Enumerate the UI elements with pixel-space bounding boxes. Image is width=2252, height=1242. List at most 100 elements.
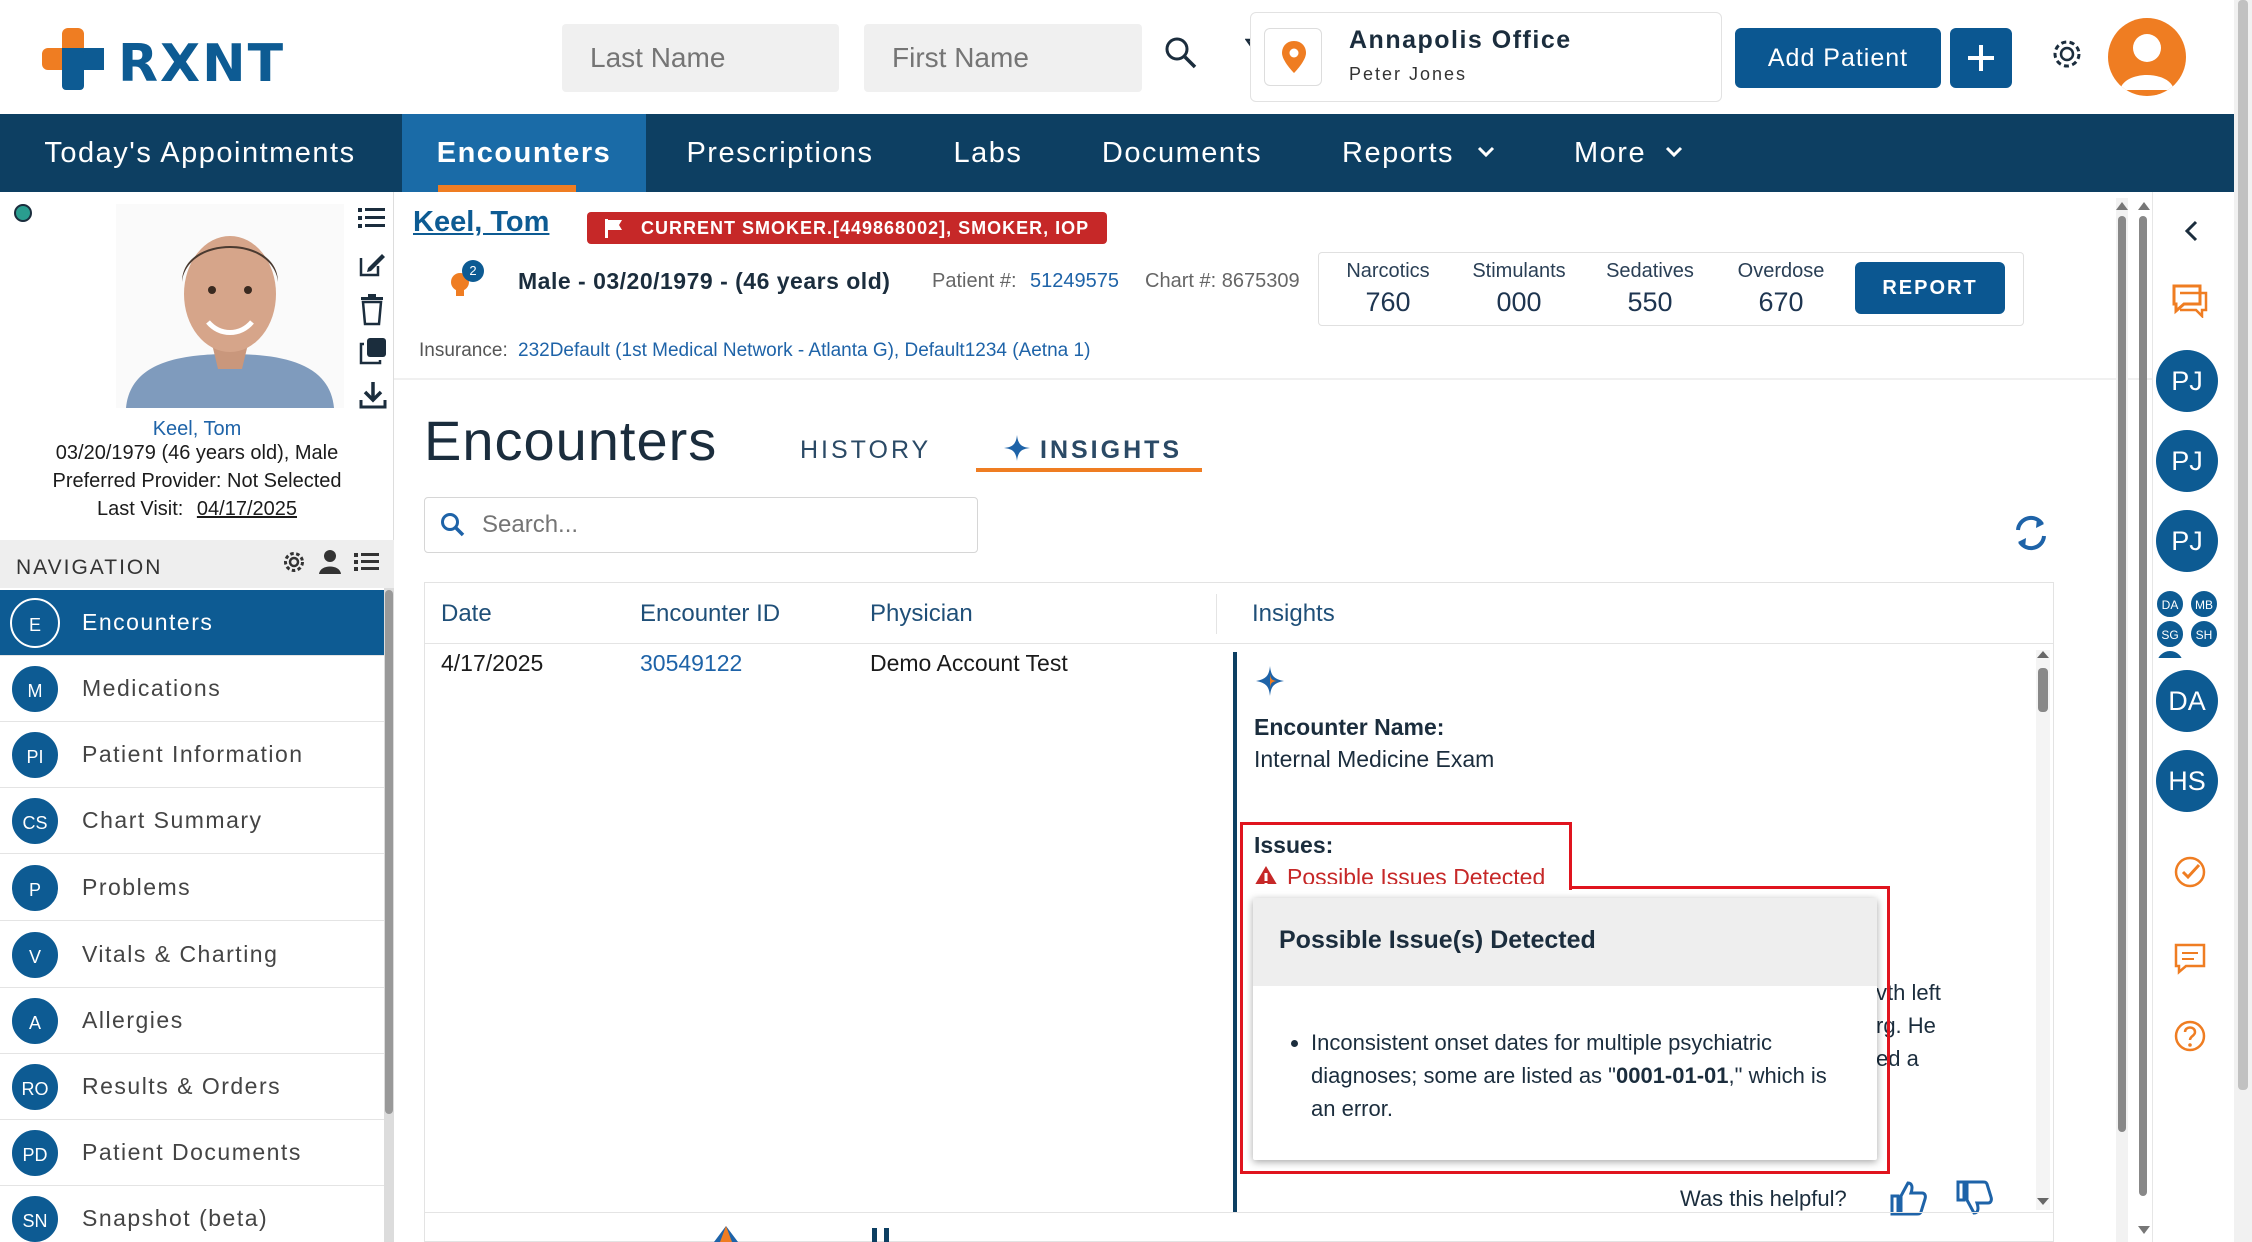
- download-icon[interactable]: [358, 380, 388, 410]
- search-icon[interactable]: [1164, 36, 1198, 70]
- collaborator-avatar-group[interactable]: DA MB SG SH TR: [2154, 590, 2222, 658]
- refresh-icon[interactable]: [2012, 514, 2050, 552]
- gear-icon[interactable]: [282, 550, 306, 574]
- collaborator-avatar-small[interactable]: TR: [2156, 650, 2184, 658]
- list-icon[interactable]: [354, 551, 380, 573]
- header-divider: [394, 378, 2152, 380]
- page-scroll-thumb[interactable]: [2118, 216, 2126, 1132]
- nav-encounters[interactable]: Encounters: [402, 114, 646, 192]
- scroll-down-arrow-icon[interactable]: [2136, 1224, 2152, 1238]
- highlight-box: [1240, 822, 1572, 890]
- scroll-down-arrow-icon[interactable]: [2035, 1196, 2051, 1208]
- window-scroll-thumb[interactable]: [2238, 0, 2248, 1090]
- pdmp-stimulants: Stimulants 000: [1455, 260, 1583, 318]
- column-header-date[interactable]: Date: [441, 600, 492, 628]
- add-button[interactable]: [1950, 28, 2012, 88]
- copy-icon[interactable]: [358, 336, 388, 366]
- issues-popover: Possible Issue(s) Detected Inconsistent …: [1253, 898, 1877, 1160]
- nav-todays-appointments[interactable]: Today's Appointments: [0, 114, 400, 192]
- nav-more[interactable]: More: [1556, 114, 1666, 192]
- patient-card-name[interactable]: Keel, Tom: [0, 418, 394, 441]
- last-visit-date[interactable]: 04/17/2025: [197, 498, 297, 520]
- help-icon[interactable]: [2172, 1018, 2208, 1054]
- collaborator-avatar-small[interactable]: MB: [2190, 590, 2218, 618]
- first-name-input[interactable]: [864, 24, 1142, 92]
- column-divider: [1216, 594, 1217, 634]
- patient-number[interactable]: 51249575: [1030, 270, 1119, 293]
- message-icon[interactable]: [2172, 940, 2208, 976]
- sidebar-item-badge: SN: [10, 1193, 60, 1242]
- left-nav-scroll-thumb[interactable]: [385, 590, 393, 1114]
- gear-icon[interactable]: [2049, 36, 2085, 72]
- sidebar-item-medications[interactable]: M Medications: [0, 656, 384, 722]
- pdmp-overdose: Overdose 670: [1717, 260, 1845, 318]
- user-avatar[interactable]: [2108, 18, 2186, 96]
- tab-insights[interactable]: INSIGHTS: [1040, 436, 1182, 465]
- column-header-insights[interactable]: Insights: [1252, 600, 1335, 628]
- encounter-search-input[interactable]: [482, 506, 962, 544]
- pdmp-narcotics: Narcotics 760: [1324, 260, 1452, 318]
- last-visit-label: Last Visit:: [96, 498, 184, 520]
- sidebar-item-snapshot-beta[interactable]: SN Snapshot (beta): [0, 1186, 384, 1242]
- app-logo-text: RXNT: [118, 34, 286, 94]
- nav-labs[interactable]: Labs: [930, 114, 1046, 192]
- collaborator-avatar-small[interactable]: SH: [2190, 620, 2218, 648]
- scroll-up-arrow-icon[interactable]: [2136, 198, 2152, 212]
- tab-history[interactable]: HISTORY: [800, 436, 931, 465]
- insight-scrollbar[interactable]: [2036, 650, 2050, 1210]
- add-patient-button[interactable]: Add Patient: [1735, 28, 1941, 88]
- person-icon[interactable]: [318, 549, 342, 575]
- chat-bubbles-icon[interactable]: [2168, 280, 2210, 318]
- sidebar-item-badge: PD: [10, 1127, 60, 1178]
- sidebar-item-patient-documents[interactable]: PD Patient Documents: [0, 1120, 384, 1186]
- collaborator-avatar-pj[interactable]: PJ: [2156, 510, 2218, 572]
- collaborator-avatar-small[interactable]: DA: [2156, 590, 2184, 618]
- sidebar-item-results-orders[interactable]: RO Results & Orders: [0, 1054, 384, 1120]
- collaborator-avatar-pj[interactable]: PJ: [2156, 350, 2218, 412]
- thumbs-down-icon[interactable]: [1954, 1180, 1994, 1216]
- partial-glyph: [884, 1228, 889, 1242]
- column-header-physician[interactable]: Physician: [870, 600, 973, 628]
- flag-icon: [605, 219, 622, 238]
- sidebar-item-label: Medications: [82, 675, 222, 701]
- header-row-border: [425, 643, 2053, 644]
- row-encounter-id[interactable]: 30549122: [640, 650, 742, 677]
- column-header-encounter-id[interactable]: Encounter ID: [640, 600, 780, 628]
- last-name-input[interactable]: [562, 24, 839, 92]
- trash-icon[interactable]: [358, 294, 386, 326]
- partial-glyph: [872, 1228, 877, 1242]
- sidebar-item-chart-summary[interactable]: CS Chart Summary: [0, 788, 384, 854]
- scroll-up-arrow-icon[interactable]: [2035, 648, 2051, 660]
- sidebar-item-problems[interactable]: P Problems: [0, 855, 384, 921]
- pdmp-report-button[interactable]: REPORT: [1855, 262, 2005, 314]
- encounter-name-value: Internal Medicine Exam: [1254, 746, 1495, 772]
- popover-issue-list: Inconsistent onset dates for multiple ps…: [1311, 1026, 1831, 1125]
- collaborator-avatar-small[interactable]: SG: [2156, 620, 2184, 648]
- scroll-up-arrow-icon[interactable]: [2114, 198, 2130, 212]
- nav-prescriptions[interactable]: Prescriptions: [660, 114, 900, 192]
- checkmark-circle-icon[interactable]: [2172, 854, 2208, 890]
- edit-icon[interactable]: [358, 250, 386, 278]
- sidebar-item-vitals-charting[interactable]: V Vitals & Charting: [0, 922, 384, 988]
- page-scroll-thumb[interactable]: [2139, 216, 2147, 1196]
- insurance-value[interactable]: 232Default (1st Medical Network - Atlant…: [518, 340, 1090, 362]
- nav-reports[interactable]: Reports: [1320, 114, 1453, 192]
- sidebar-item-encounters[interactable]: E Encounters: [0, 590, 384, 656]
- sidebar-item-label: Encounters: [82, 609, 214, 635]
- collaborator-avatar-pj[interactable]: PJ: [2156, 430, 2218, 492]
- sidebar-item-patient-information[interactable]: PI Patient Information: [0, 722, 384, 788]
- collaborator-avatar-hs[interactable]: HS: [2156, 750, 2218, 812]
- chevron-left-icon[interactable]: [2180, 218, 2204, 244]
- nav-documents[interactable]: Documents: [1080, 114, 1284, 192]
- smoker-flag-badge[interactable]: CURRENT SMOKER.[449868002], SMOKER, IOP: [587, 212, 1108, 244]
- sidebar-item-allergies[interactable]: A Allergies: [0, 988, 384, 1054]
- insight-scroll-thumb[interactable]: [2038, 668, 2048, 712]
- collaborator-avatar-da[interactable]: DA: [2156, 670, 2218, 732]
- thumbs-up-icon[interactable]: [1888, 1180, 1928, 1216]
- patient-name[interactable]: Keel, Tom: [413, 206, 549, 239]
- list-icon[interactable]: [358, 206, 386, 230]
- location-pin-icon: [1282, 41, 1306, 73]
- sidebar-item-label: Results & Orders: [82, 1073, 282, 1099]
- table-row-border: [425, 1212, 2053, 1213]
- pdmp-scores: Narcotics 760 Stimulants 000 Sedatives 550 …: [1324, 256, 1845, 322]
